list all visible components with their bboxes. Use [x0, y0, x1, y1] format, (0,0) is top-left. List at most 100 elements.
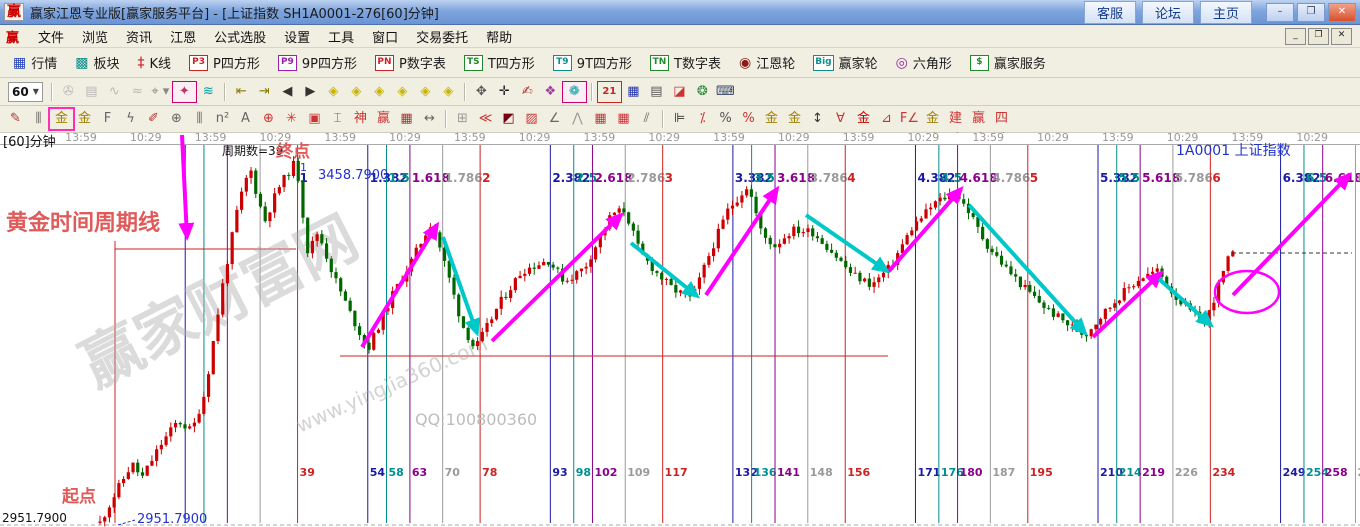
menu-item-工具[interactable]: 工具 — [319, 25, 363, 48]
fib-f-icon[interactable]: F — [96, 109, 119, 129]
av-icon[interactable]: ∀ — [829, 109, 852, 129]
workstation-icon[interactable]: ⌨ — [714, 82, 737, 102]
gold-angle-icon[interactable]: 金∠ — [921, 109, 944, 129]
diamond-v-icon[interactable]: ◈ — [391, 82, 414, 102]
zigzag-icon[interactable]: ⋀ — [566, 109, 589, 129]
diamond-cross-icon[interactable]: ◈ — [437, 82, 460, 102]
n2-icon[interactable]: n² — [211, 109, 234, 129]
child-minimize-button[interactable]: _ — [1285, 28, 1306, 45]
grid-red-icon[interactable]: ▦ — [589, 109, 612, 129]
period-select[interactable]: 60 ▼ — [8, 82, 43, 102]
box-star-icon[interactable]: ▣ — [303, 109, 326, 129]
child-restore-button[interactable]: ❐ — [1308, 28, 1329, 45]
j-angle-icon[interactable]: ⊿ — [875, 109, 898, 129]
gann-box-icon[interactable]: ◩ — [497, 109, 520, 129]
toolbar-t-table-button[interactable]: TNT数字表 — [641, 51, 730, 75]
ying-tool-icon[interactable]: 赢 — [372, 109, 395, 129]
color-chart-icon[interactable]: ≋ — [197, 82, 220, 102]
zoom-net-icon[interactable]: ✇ — [57, 82, 80, 102]
kv-line-icon[interactable]: ⌶ — [326, 109, 349, 129]
wave3-icon[interactable]: ∿ — [103, 82, 126, 102]
f-angle-icon[interactable]: F∠ — [898, 109, 921, 129]
toolbar-p-square-button[interactable]: P3P四方形 — [180, 51, 269, 75]
jian-angle-icon[interactable]: 建∠ — [944, 109, 967, 129]
calculator-icon[interactable]: ▦ — [622, 82, 645, 102]
toolbar-winner-wheel-button[interactable]: Big赢家轮 — [804, 51, 886, 75]
toolbar-quotes-button[interactable]: ▦行情 — [4, 51, 66, 75]
toolbar-sectors-button[interactable]: ▩板块 — [66, 51, 128, 75]
fan-icon[interactable]: ≪ — [474, 109, 497, 129]
star-cycle-icon[interactable]: ✳ — [280, 109, 303, 129]
gold-cycle2-icon[interactable]: 金 — [73, 109, 96, 129]
next-bar-icon[interactable]: ▶ — [299, 82, 322, 102]
last-bar-icon[interactable]: ⇥ — [253, 82, 276, 102]
diamond-left-icon[interactable]: ◈ — [322, 82, 345, 102]
menu-item-交易委托[interactable]: 交易委托 — [407, 25, 477, 48]
report-icon[interactable]: ▤ — [80, 82, 103, 102]
text-tool-icon[interactable]: A — [234, 109, 257, 129]
target-icon[interactable]: ⊕ — [257, 109, 280, 129]
slashes-icon[interactable]: ⫽ — [635, 109, 658, 129]
close-button[interactable]: ✕ — [1328, 3, 1356, 22]
menu-item-文件[interactable]: 文件 — [29, 25, 73, 48]
pan-icon[interactable]: ✥ — [470, 82, 493, 102]
diamond-all-icon[interactable]: ◈ — [414, 82, 437, 102]
candlestick-chart[interactable]: 13:5910:2913:5910:2913:5910:2913:5910:29… — [0, 133, 1360, 527]
measure-icon[interactable]: ✍ — [516, 82, 539, 102]
header-button-2[interactable]: 主页 — [1200, 1, 1252, 24]
hist-icon[interactable]: ⊫ — [668, 109, 691, 129]
shen-tool-icon[interactable]: 神 — [349, 109, 372, 129]
wave9-icon[interactable]: ≈ — [126, 82, 149, 102]
restore-button[interactable]: ❐ — [1297, 3, 1325, 22]
menu-item-资讯[interactable]: 资讯 — [117, 25, 161, 48]
web-icon[interactable]: ❂ — [691, 82, 714, 102]
child-close-button[interactable]: ✕ — [1331, 28, 1352, 45]
gann-box2-icon[interactable]: ▨ — [520, 109, 543, 129]
si-angle-icon[interactable]: 四∠ — [990, 109, 1013, 129]
toolbar-9p-square-button[interactable]: P99P四方形 — [269, 51, 366, 75]
gold-ring-icon[interactable]: 金 — [760, 109, 783, 129]
menu-item-设置[interactable]: 设置 — [275, 25, 319, 48]
toolbar-hexagon-button[interactable]: ◎六角形 — [887, 51, 961, 75]
menu-item-江恩[interactable]: 江恩 — [161, 25, 205, 48]
mark-icon[interactable]: ❖ — [539, 82, 562, 102]
diamond-right-icon[interactable]: ◈ — [345, 82, 368, 102]
span-icon[interactable]: ↔ — [418, 109, 441, 129]
menu-item-窗口[interactable]: 窗口 — [363, 25, 407, 48]
pct-cross-icon[interactable]: ⁒ — [691, 109, 714, 129]
prev-bar-icon[interactable]: ◀ — [276, 82, 299, 102]
gold-lines-icon[interactable]: 金 — [783, 109, 806, 129]
pct-icon[interactable]: % — [714, 109, 737, 129]
menu-item-公式选股[interactable]: 公式选股 — [205, 25, 275, 48]
toolbar-winner-service-button[interactable]: $赢家服务 — [961, 51, 1055, 75]
toolbar-p-table-button[interactable]: PNP数字表 — [366, 51, 455, 75]
ying-angle-icon[interactable]: 赢∠ — [967, 109, 990, 129]
draw-pen-icon[interactable]: ✎ — [4, 109, 27, 129]
header-button-1[interactable]: 论坛 — [1142, 1, 1194, 24]
spiral5-icon[interactable]: ϟ — [119, 109, 142, 129]
rails2-icon[interactable]: ⫼ — [188, 109, 211, 129]
notepad-icon[interactable]: ▤ — [645, 82, 668, 102]
clock-cycle-icon[interactable]: ⊕ — [165, 109, 188, 129]
first-bar-icon[interactable]: ⇤ — [230, 82, 253, 102]
save-icon[interactable]: ◪ — [668, 82, 691, 102]
vert-pen-icon[interactable]: ↕ — [806, 109, 829, 129]
diamond-h-icon[interactable]: ◈ — [368, 82, 391, 102]
pct-line-icon[interactable]: % — [737, 109, 760, 129]
gann-mode-icon[interactable]: ✦ — [172, 81, 197, 103]
minimize-button[interactable]: – — [1266, 3, 1294, 22]
brain-icon[interactable]: ❁ — [562, 81, 587, 103]
toolbar-kline-button[interactable]: ‡K线 — [129, 51, 181, 75]
golden-cycle-icon[interactable]: 金 — [50, 109, 73, 129]
frame-icon[interactable]: ⊞ — [451, 109, 474, 129]
toolbar-gann-wheel-button[interactable]: ◉江恩轮 — [730, 51, 804, 75]
crosshair-icon[interactable]: ✛ — [493, 82, 516, 102]
flask-icon[interactable]: ⌖ ▾ — [149, 82, 172, 102]
header-button-0[interactable]: 客服 — [1084, 1, 1136, 24]
toolbar-9t-square-button[interactable]: T99T四方形 — [544, 51, 641, 75]
angles-icon[interactable]: ∠ — [543, 109, 566, 129]
grid123-icon[interactable]: ▦ — [395, 109, 418, 129]
grid-red2-icon[interactable]: ▦ — [612, 109, 635, 129]
menu-item-浏览[interactable]: 浏览 — [73, 25, 117, 48]
gold-red-icon[interactable]: 金 — [852, 109, 875, 129]
